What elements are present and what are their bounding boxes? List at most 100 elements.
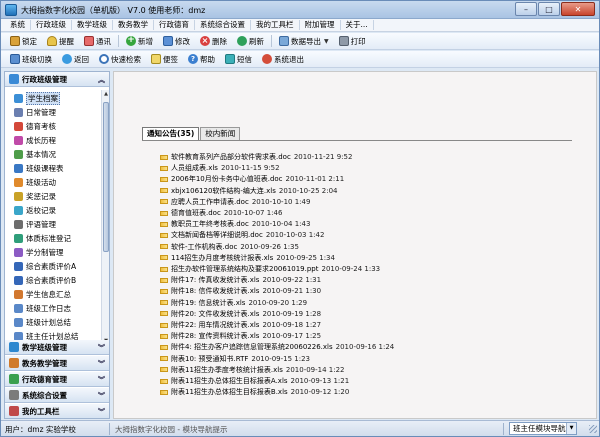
tab-school-news[interactable]: 校内新闻 (200, 127, 241, 140)
notice-item[interactable]: 应聘人员工作申请表.doc 2010-10-10 1:49 (160, 197, 310, 207)
sidebar-item-work-log[interactable]: 班级工作日志 (14, 303, 71, 314)
notice-item[interactable]: 附表10: 预受通知书.RTF 2010-09-15 1:23 (160, 354, 310, 364)
maximize-button[interactable]: □ (538, 2, 560, 16)
section-academic[interactable]: 教务教学管理 ︾ (5, 356, 109, 371)
sidebar-item-moral-assess[interactable]: 德育考核 (14, 121, 56, 132)
sidebar-item-basic-info[interactable]: 基本情况 (14, 149, 56, 160)
help-button[interactable]: ? 帮助 (183, 52, 220, 67)
notice-title[interactable]: 2006年10月份卡务中心值班表.doc (171, 174, 283, 184)
add-button[interactable]: + 新增 (121, 34, 158, 49)
menu-moral-education[interactable]: 行政德育 (154, 20, 195, 30)
scrollbar-thumb[interactable] (103, 102, 109, 252)
notice-item[interactable]: xbjx106120软件结构-编大连.xls 2010-10-25 2:04 (160, 186, 338, 196)
module-nav-select[interactable]: 班主任模块导航 ▼ (509, 422, 577, 435)
notice-title[interactable]: 附件22: 用车情况统计表.xls (171, 320, 259, 330)
exit-button[interactable]: 系统退出 (257, 52, 309, 67)
sidebar-scrollbar[interactable]: ▲ ▼ (101, 90, 109, 346)
sidebar-item-daily[interactable]: 日常管理 (14, 107, 56, 118)
section-my-toolbar[interactable]: 我的工具栏 ︾ (5, 404, 109, 418)
contacts-button[interactable]: 通讯 (79, 34, 116, 49)
sidebar-item-fitness[interactable]: 体质标准登记 (14, 233, 71, 244)
notice-title[interactable]: xbjx106120软件结构-编大连.xls (171, 186, 276, 196)
chevron-down-icon[interactable]: ︾ (98, 359, 105, 369)
notice-title[interactable]: 附件20: 文件收发统计表.xls (171, 309, 259, 319)
notice-item[interactable]: 附件17: 传真收发统计表.xls 2010-09-22 1:31 (160, 275, 321, 285)
menu-academic[interactable]: 教务教学 (113, 20, 154, 30)
print-button[interactable]: 打印 (334, 34, 371, 49)
refresh-button[interactable]: 刷新 (232, 34, 269, 49)
notice-title[interactable]: 人员组成表.xls (171, 163, 218, 173)
chevron-down-icon[interactable]: ︾ (98, 407, 105, 417)
notice-item[interactable]: 2006年10月份卡务中心值班表.doc 2010-11-01 2:11 (160, 174, 344, 184)
delete-button[interactable]: × 删除 (195, 34, 232, 49)
sidebar-item-return[interactable]: 返校记录 (14, 205, 56, 216)
menu-admin-class[interactable]: 行政班级 (31, 20, 72, 30)
menu-system[interactable]: 系统 (5, 20, 31, 30)
notice-item[interactable]: 附件28: 宣传资料统计表.xls 2010-09-17 1:25 (160, 331, 321, 341)
sidebar-item-summary[interactable]: 学生信息汇总 (14, 289, 71, 300)
notice-item[interactable]: 附表11招生办总体招生目标报表A.xls 2010-09-13 1:21 (160, 376, 349, 386)
menu-my-toolbar[interactable]: 我的工具栏 (251, 20, 300, 30)
menu-extra[interactable]: 附加管理 (300, 20, 341, 30)
resize-grip[interactable] (589, 425, 597, 433)
chevron-down-icon[interactable]: ▼ (566, 423, 576, 434)
notice-title[interactable]: 附件18: 信件收发统计表.xls (171, 286, 259, 296)
chevron-down-icon[interactable]: ︾ (98, 343, 105, 353)
menu-teaching-class[interactable]: 教学班级 (72, 20, 113, 30)
notice-title[interactable]: 114招生办月度考核统计报表.xls (171, 253, 273, 263)
notice-title[interactable]: 教职员工年终考核表.doc (171, 219, 249, 229)
back-button[interactable]: 返回 (57, 52, 94, 67)
sidebar-item-rewards[interactable]: 奖惩记录 (14, 191, 56, 202)
chevron-down-icon[interactable]: ▼ (324, 38, 329, 45)
lock-button[interactable]: 锁定 (5, 34, 42, 49)
notice-item[interactable]: 附表11招生办季度考核统计报表.xls 2010-09-14 1:22 (160, 365, 345, 375)
notice-title[interactable]: 附表11招生办季度考核统计报表.xls (171, 365, 283, 375)
sidebar-item-class-plan[interactable]: 班级计划总结 (14, 317, 71, 328)
section-settings[interactable]: 系统综合设置 ︾ (5, 388, 109, 403)
sidebar-item-comments[interactable]: 评语管理 (14, 219, 56, 230)
sidebar-item-timetable[interactable]: 班级课程表 (14, 163, 64, 174)
sidebar-item-credits[interactable]: 学分制管理 (14, 247, 64, 258)
menu-settings[interactable]: 系统综合设置 (195, 20, 251, 30)
menu-about[interactable]: 关于... (341, 20, 374, 30)
close-button[interactable]: ✕ (561, 2, 595, 16)
notice-title[interactable]: 附件19: 信息统计表.xls (171, 298, 245, 308)
notice-title[interactable]: 附表11招生办总体招生目标报表B.xls (171, 387, 288, 397)
notice-item[interactable]: 附件20: 文件收发统计表.xls 2010-09-19 1:28 (160, 309, 321, 319)
notice-item[interactable]: 附件22: 用车情况统计表.xls 2010-09-18 1:27 (160, 320, 321, 330)
scroll-up-icon[interactable]: ▲ (102, 90, 109, 99)
notice-title[interactable]: 附件17: 传真收发统计表.xls (171, 275, 259, 285)
notice-title[interactable]: 软件教育系列产品部分软件需求表.doc (171, 152, 291, 162)
notice-item[interactable]: 软件教育系列产品部分软件需求表.doc 2010-11-21 9:52 (160, 152, 352, 162)
tab-notices[interactable]: 通知公告(35) (142, 127, 200, 140)
chevron-down-icon[interactable]: ︾ (98, 391, 105, 401)
notice-item[interactable]: 人员组成表.xls 2010-11-15 9:52 (160, 163, 280, 173)
notice-title[interactable]: 软件-工作机构表.doc (171, 242, 237, 252)
quick-search-button[interactable]: 快速检索 (94, 52, 146, 67)
modify-button[interactable]: 修改 (158, 34, 195, 49)
notice-title[interactable]: 附表11招生办总体招生目标报表A.xls (171, 376, 288, 386)
notice-title[interactable]: 招生办软件管理系统结构及要求20061019.ppt (171, 264, 319, 274)
minimize-button[interactable]: – (515, 2, 537, 16)
notice-item[interactable]: 德育值班表.doc 2010-10-07 1:46 (160, 208, 282, 218)
notice-item[interactable]: 附件19: 信息统计表.xls 2010-09-20 1:29 (160, 298, 307, 308)
notice-item[interactable]: 软件-工作机构表.doc 2010-09-26 1:35 (160, 242, 299, 252)
notice-title[interactable]: 文档新闻备档等详细说明.doc (171, 230, 263, 240)
notice-item[interactable]: 附表11招生办总体招生目标报表B.xls 2010-09-12 1:20 (160, 387, 349, 397)
section-moral[interactable]: 行政德育管理 ︾ (5, 372, 109, 387)
sidebar-item-eval-a[interactable]: 综合素质评价A (14, 261, 76, 272)
notice-title[interactable]: 附件28: 宣传资料统计表.xls (171, 331, 259, 341)
notice-title[interactable]: 附件4: 招生办客户追踪信息管理系统20060226.xls (171, 342, 333, 352)
chevron-up-icon[interactable]: ︽ (98, 75, 105, 85)
switch-class-button[interactable]: 班级切换 (5, 52, 57, 67)
notice-title[interactable]: 应聘人员工作申请表.doc (171, 197, 249, 207)
section-teaching-class[interactable]: 教学班级管理 ︾ (5, 340, 109, 355)
notice-item[interactable]: 教职员工年终考核表.doc 2010-10-04 1:43 (160, 219, 310, 229)
export-button[interactable]: 数据导出 ▼ (274, 34, 334, 49)
sidebar-item-student-records[interactable]: 学生档案 (14, 92, 60, 105)
notice-title[interactable]: 德育值班表.doc (171, 208, 221, 218)
notice-item[interactable]: 附件4: 招生办客户追踪信息管理系统20060226.xls 2010-09-16… (160, 342, 394, 352)
notice-item[interactable]: 文档新闻备档等详细说明.doc 2010-10-03 1:42 (160, 230, 324, 240)
sidebar-item-activities[interactable]: 班级活动 (14, 177, 56, 188)
notice-item[interactable]: 附件18: 信件收发统计表.xls 2010-09-21 1:30 (160, 286, 321, 296)
